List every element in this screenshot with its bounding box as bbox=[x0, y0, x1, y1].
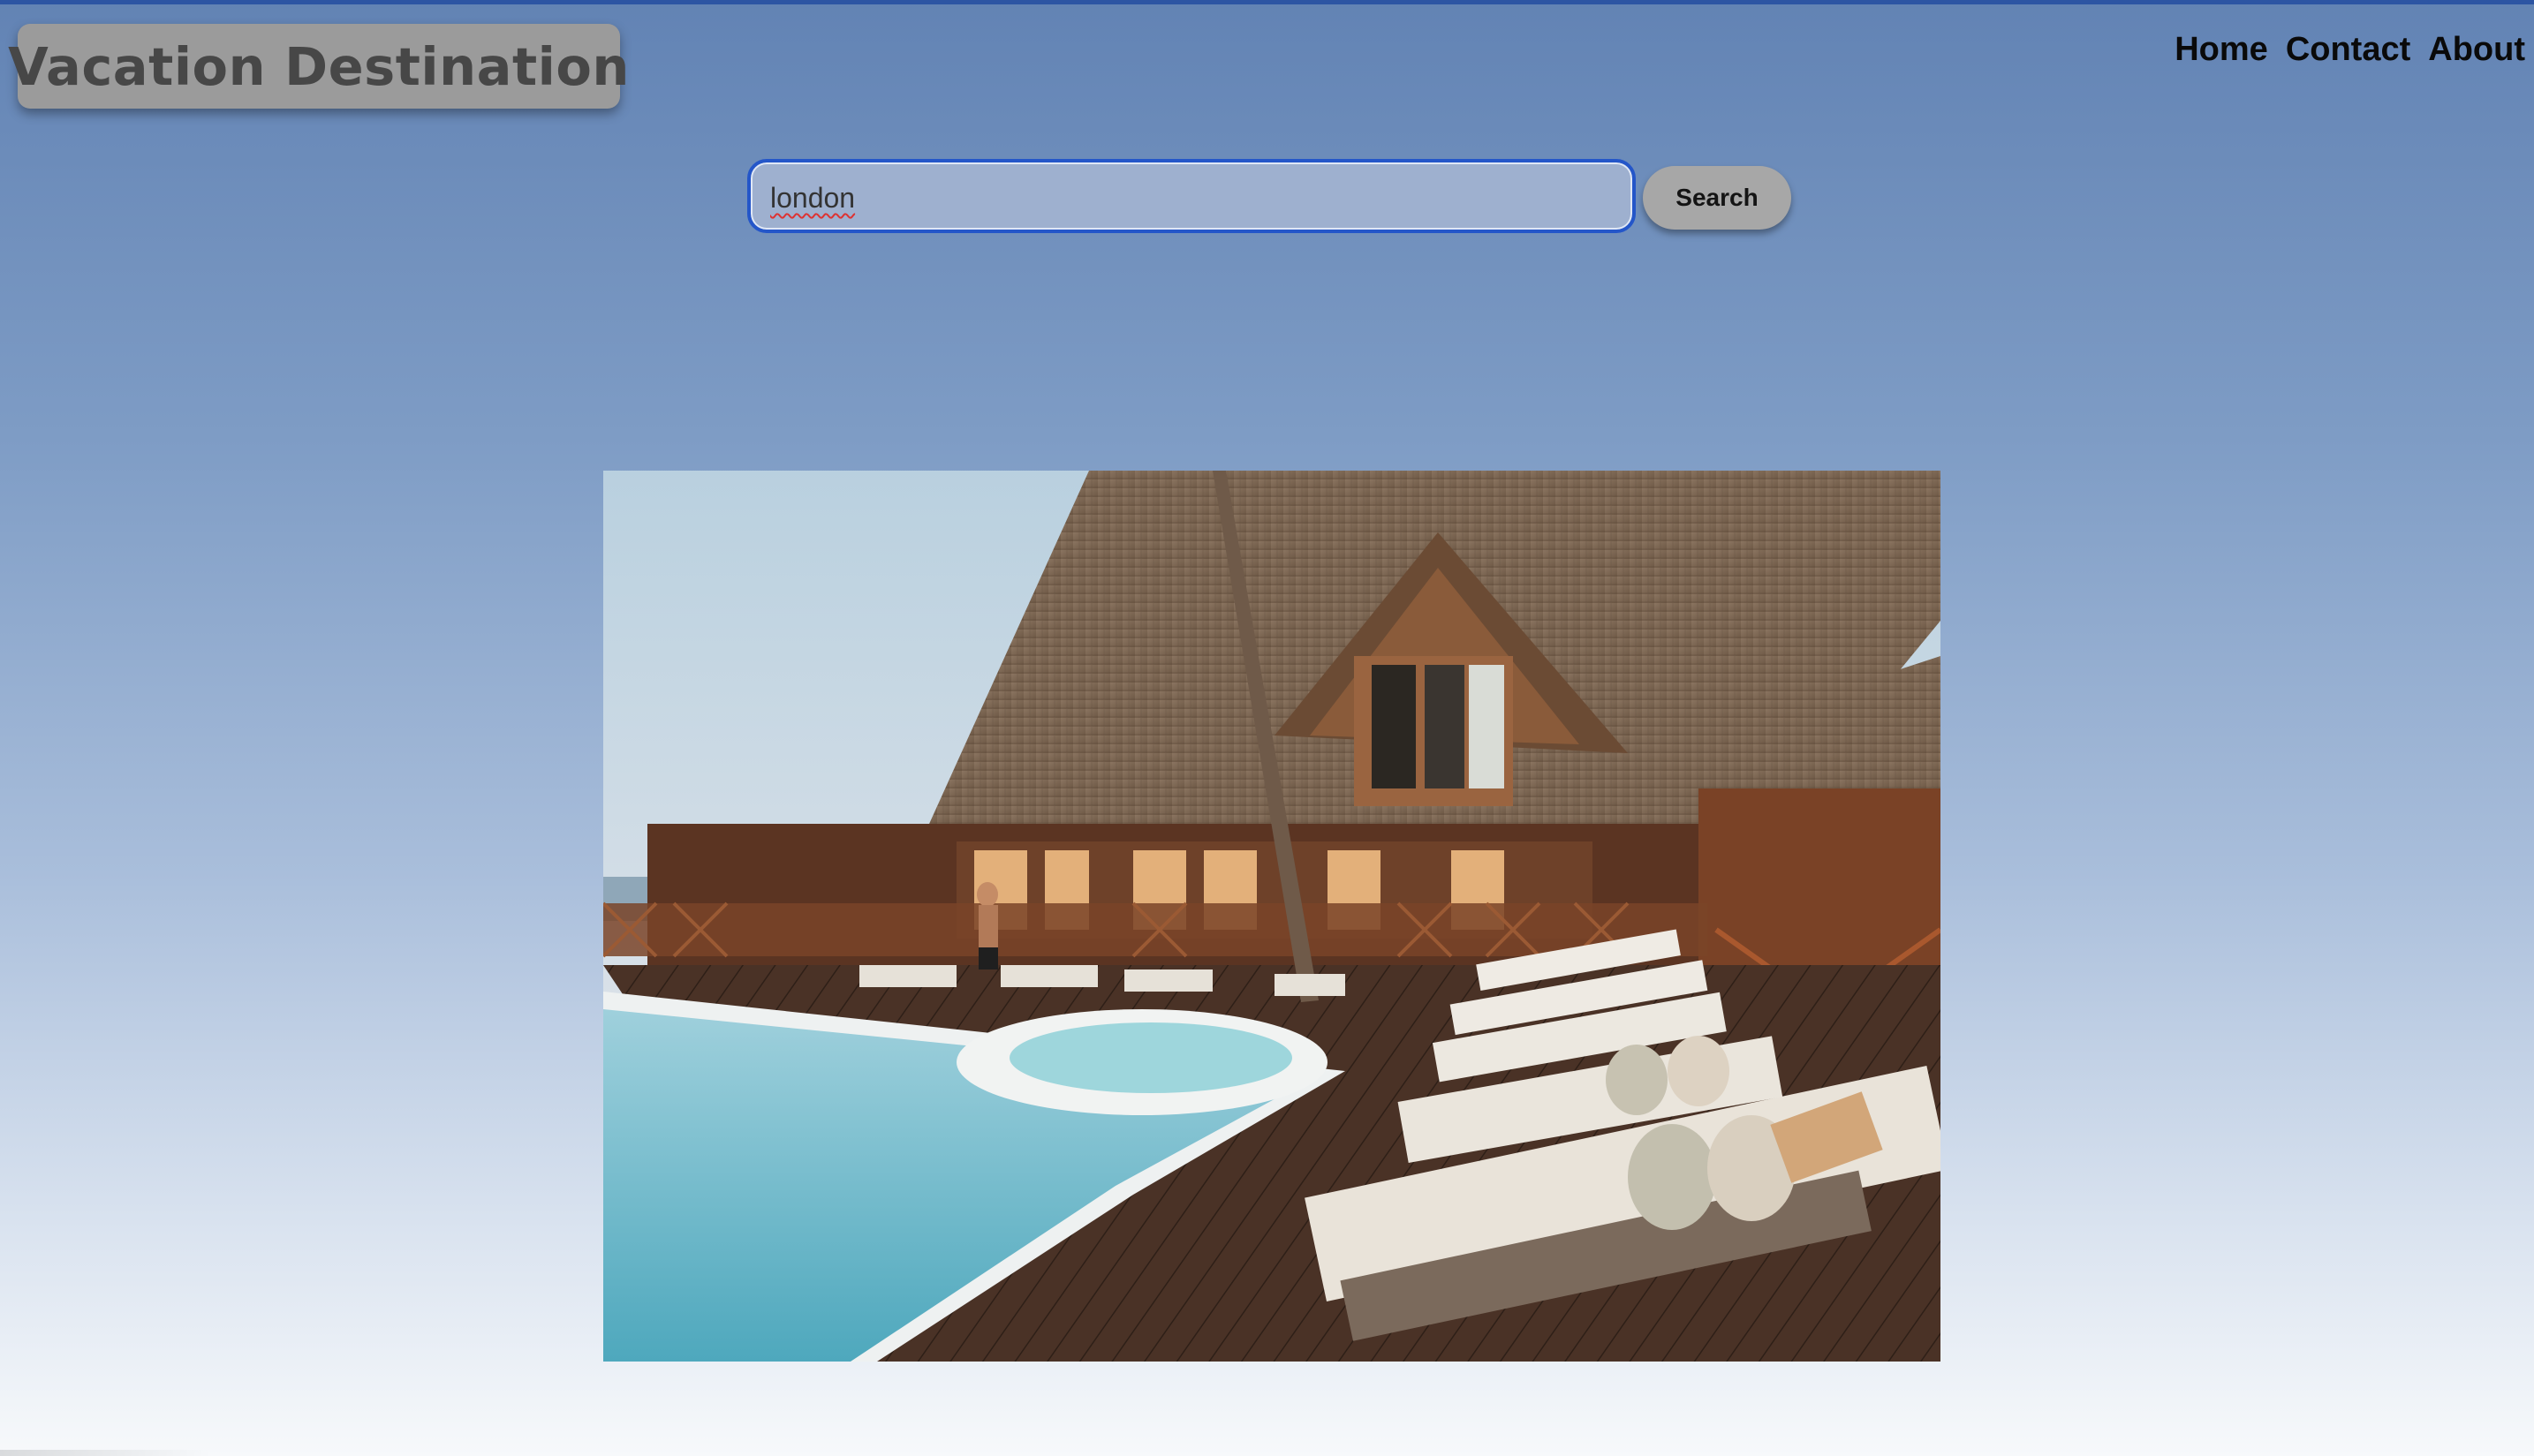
main-nav: Home Contact About bbox=[2175, 26, 2525, 72]
search-input-value: london bbox=[770, 182, 856, 214]
nav-contact-link[interactable]: Contact bbox=[2286, 31, 2410, 69]
search-input[interactable]: london bbox=[747, 159, 1636, 233]
brand-logo-box[interactable]: Vacation Destination bbox=[8, 24, 629, 109]
scroll-shadow bbox=[0, 1450, 212, 1456]
nav-home-link[interactable]: Home bbox=[2175, 31, 2268, 69]
resort-photo-illustration bbox=[603, 471, 1940, 1362]
brand-title: Vacation Destination bbox=[8, 35, 630, 97]
search-button[interactable]: Search bbox=[1643, 166, 1791, 230]
top-accent-rule bbox=[0, 0, 2534, 4]
nav-about-link[interactable]: About bbox=[2428, 31, 2525, 69]
hero-image bbox=[603, 471, 1940, 1362]
